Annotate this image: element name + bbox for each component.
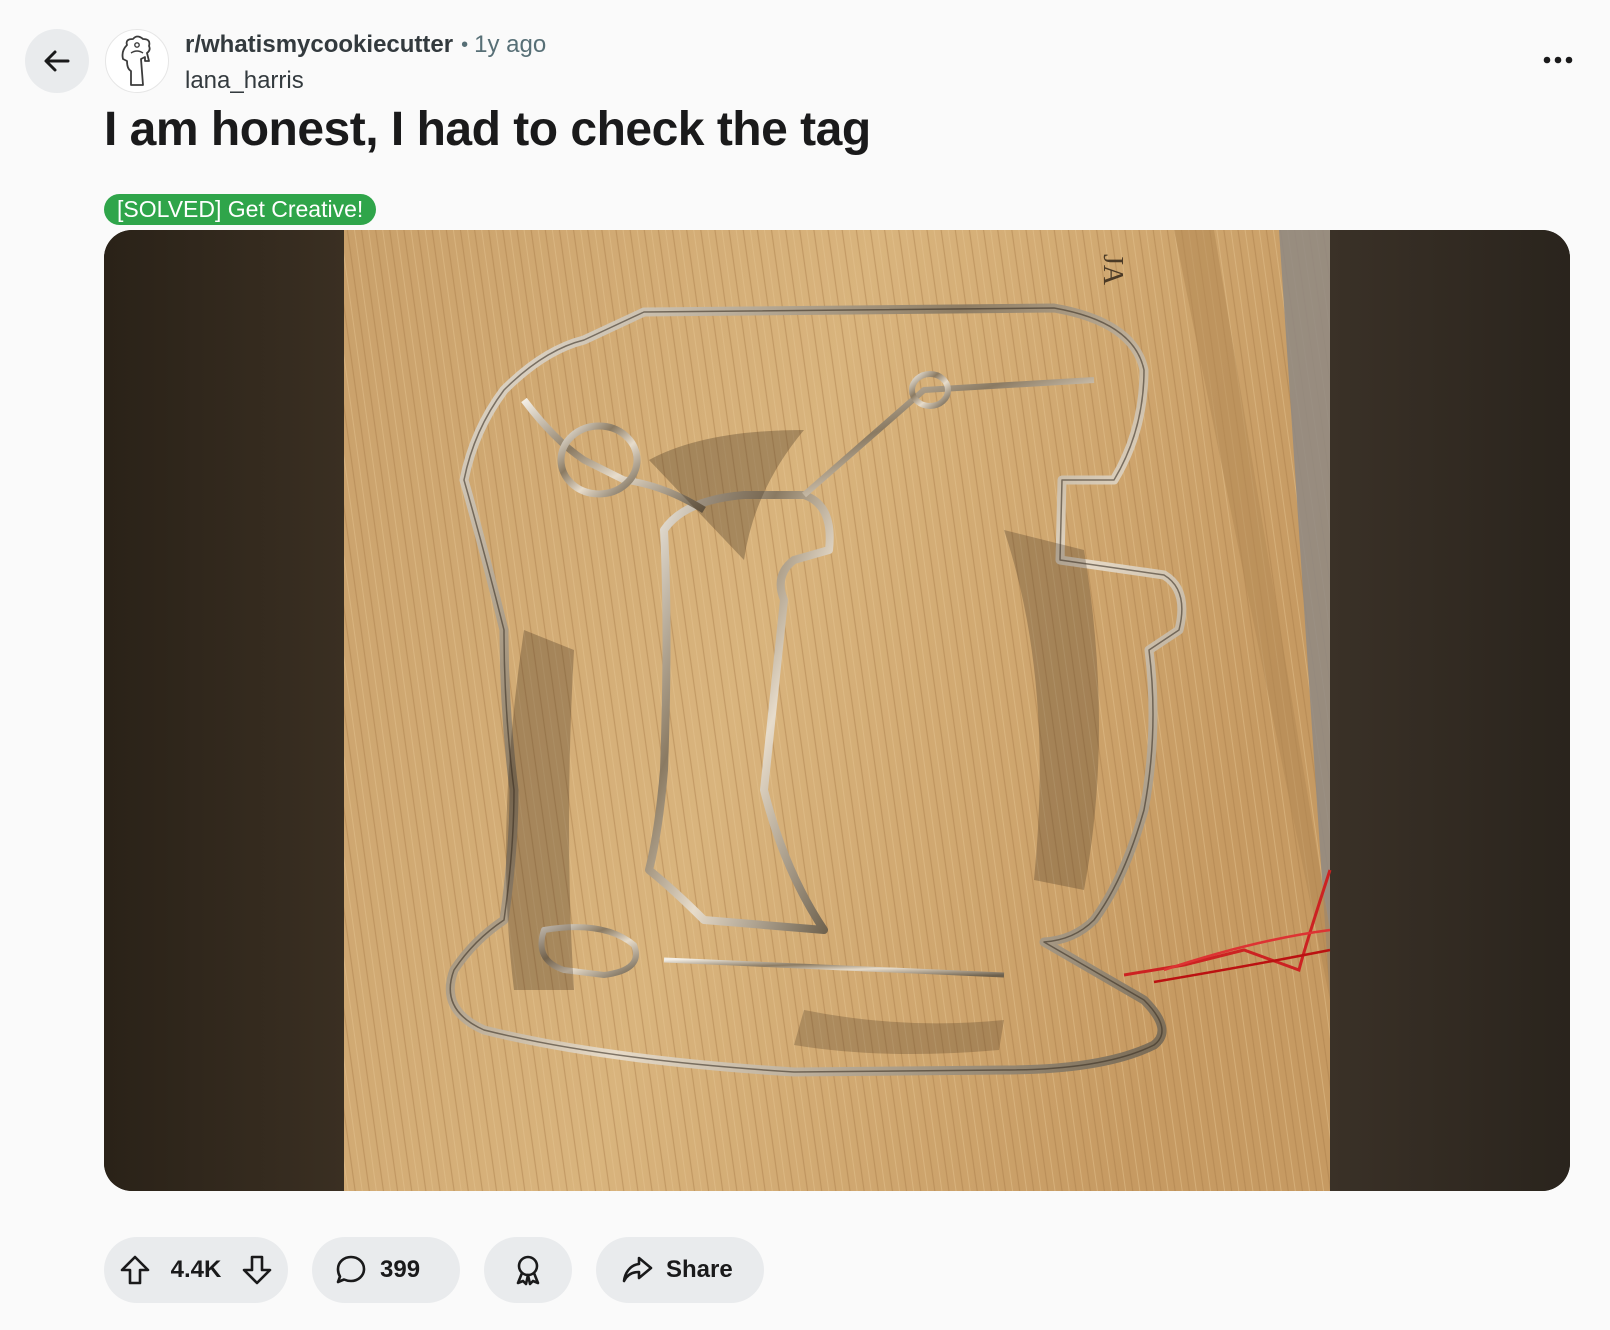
post-actions: 4.4K 399 Share: [104, 1237, 764, 1303]
back-button[interactable]: [25, 29, 89, 93]
more-options-icon: [1543, 56, 1573, 64]
upvote-icon: [120, 1255, 150, 1285]
subreddit-avatar-icon: [121, 35, 151, 86]
subreddit-link[interactable]: r/whatismycookiecutter: [185, 30, 453, 60]
post-page: r/whatismycookiecutter • 1y ago lana_har…: [0, 0, 1610, 1330]
share-button[interactable]: Share: [596, 1237, 764, 1303]
more-options-button[interactable]: [1536, 38, 1580, 82]
meta-separator: •: [461, 34, 469, 56]
vote-bar: 4.4K: [104, 1237, 288, 1303]
downvote-icon: [242, 1255, 272, 1285]
post-flair[interactable]: [SOLVED] Get Creative!: [104, 194, 377, 225]
downvote-button[interactable]: [240, 1253, 274, 1287]
svg-text:JA: JA: [1097, 254, 1128, 286]
subreddit-avatar[interactable]: [105, 29, 169, 93]
share-icon: [622, 1256, 653, 1283]
comment-icon: [336, 1255, 366, 1284]
award-button[interactable]: [484, 1237, 572, 1303]
vote-count: 4.4K: [170, 1256, 222, 1283]
author-link[interactable]: lana_harris: [185, 66, 546, 96]
cookie-cutter-photo: JA: [104, 230, 1570, 1191]
comments-button[interactable]: 399: [312, 1237, 460, 1303]
comment-count: 399: [380, 1256, 421, 1283]
post-image[interactable]: JA: [104, 230, 1570, 1191]
share-label: Share: [666, 1256, 733, 1283]
post-age: 1y ago: [474, 31, 547, 58]
award-icon: [516, 1255, 540, 1286]
post-meta: r/whatismycookiecutter • 1y ago lana_har…: [185, 30, 546, 96]
upvote-button[interactable]: [118, 1253, 152, 1287]
back-arrow-icon: [44, 50, 70, 72]
post-title: I am honest, I had to check the tag: [104, 103, 871, 156]
post-meta-top: r/whatismycookiecutter • 1y ago: [185, 30, 546, 60]
